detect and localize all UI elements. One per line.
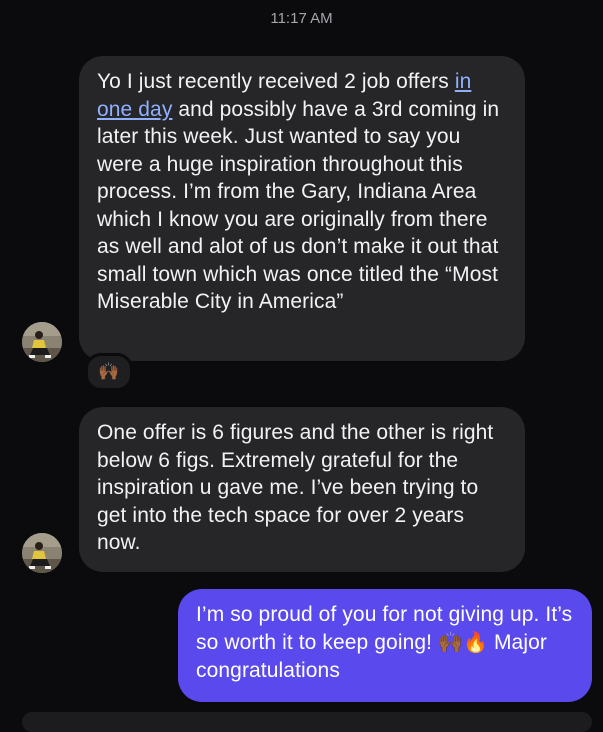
hands-fire-emoji: 🙌🏾🔥 [438,631,489,654]
user-avatar-icon[interactable] [22,322,62,362]
next-message-edge [22,712,592,732]
message-text: One offer is 6 figures and the other is … [97,421,494,554]
reaction-emoji: 🙌🏾 [98,362,120,381]
message-text-continued: and possibly have a 3rd coming in later … [97,97,500,314]
user-avatar-icon[interactable] [22,533,62,573]
message-text: Yo I just recently received 2 job offers [97,70,455,93]
incoming-message-1[interactable]: Yo I just recently received 2 job offers… [79,56,525,361]
raised-hands-reaction[interactable]: 🙌🏾 [85,353,133,391]
message-timestamp: 11:17 AM [270,10,333,27]
incoming-message-2[interactable]: One offer is 6 figures and the other is … [79,407,525,572]
avatar-photo-icon [22,533,62,573]
outgoing-message[interactable]: I’m so proud of you for not giving up. I… [178,589,592,702]
avatar-photo-icon [22,322,62,362]
